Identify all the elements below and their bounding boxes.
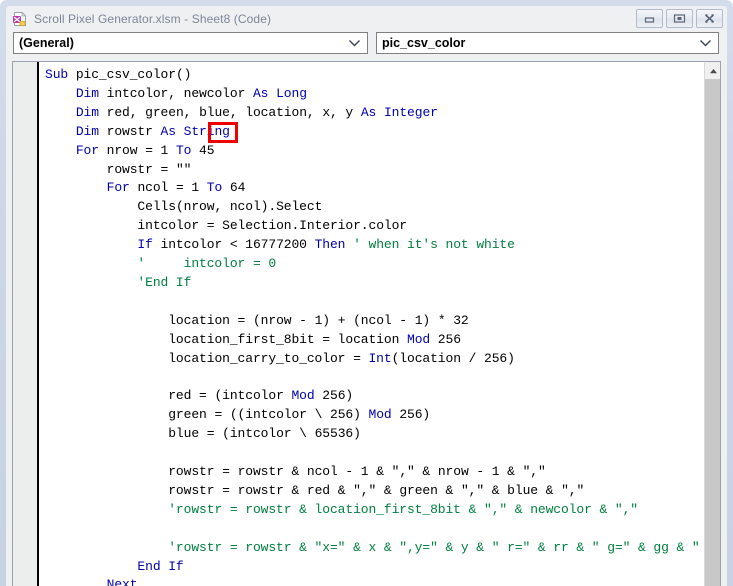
scroll-up-button[interactable] — [705, 62, 720, 79]
excel-macro-document-icon — [12, 11, 28, 27]
editor-combo-bar: (General) pic_csv_color — [6, 32, 727, 59]
close-button[interactable] — [696, 9, 723, 28]
vba-editor-window: Scroll Pixel Generator.xlsm - Sheet8 (Co… — [0, 0, 733, 586]
title-bar: Scroll Pixel Generator.xlsm - Sheet8 (Co… — [6, 6, 727, 32]
object-dropdown[interactable]: (General) — [13, 32, 368, 54]
vertical-scrollbar[interactable] — [704, 62, 720, 586]
scrollbar-corner — [704, 62, 720, 63]
code-text-area[interactable]: Sub pic_csv_color() Dim intcolor, newcol… — [39, 62, 720, 586]
scrollbar-track[interactable] — [705, 79, 720, 586]
procedure-dropdown-value: pic_csv_color — [382, 36, 466, 50]
code-editor-pane[interactable]: Sub pic_csv_color() Dim intcolor, newcol… — [12, 61, 721, 586]
editor-margin-indicator-bar[interactable] — [13, 62, 39, 586]
procedure-dropdown[interactable]: pic_csv_color — [376, 32, 719, 54]
chevron-down-icon — [699, 34, 712, 52]
object-dropdown-value: (General) — [19, 36, 74, 50]
window-controls — [636, 9, 723, 28]
restore-button[interactable] — [666, 9, 693, 28]
window-inner-frame: Scroll Pixel Generator.xlsm - Sheet8 (Co… — [6, 6, 727, 586]
minimize-button[interactable] — [636, 9, 663, 28]
window-title: Scroll Pixel Generator.xlsm - Sheet8 (Co… — [34, 12, 272, 26]
vba-source-code[interactable]: Sub pic_csv_color() Dim intcolor, newcol… — [45, 66, 700, 586]
chevron-down-icon — [348, 34, 361, 52]
